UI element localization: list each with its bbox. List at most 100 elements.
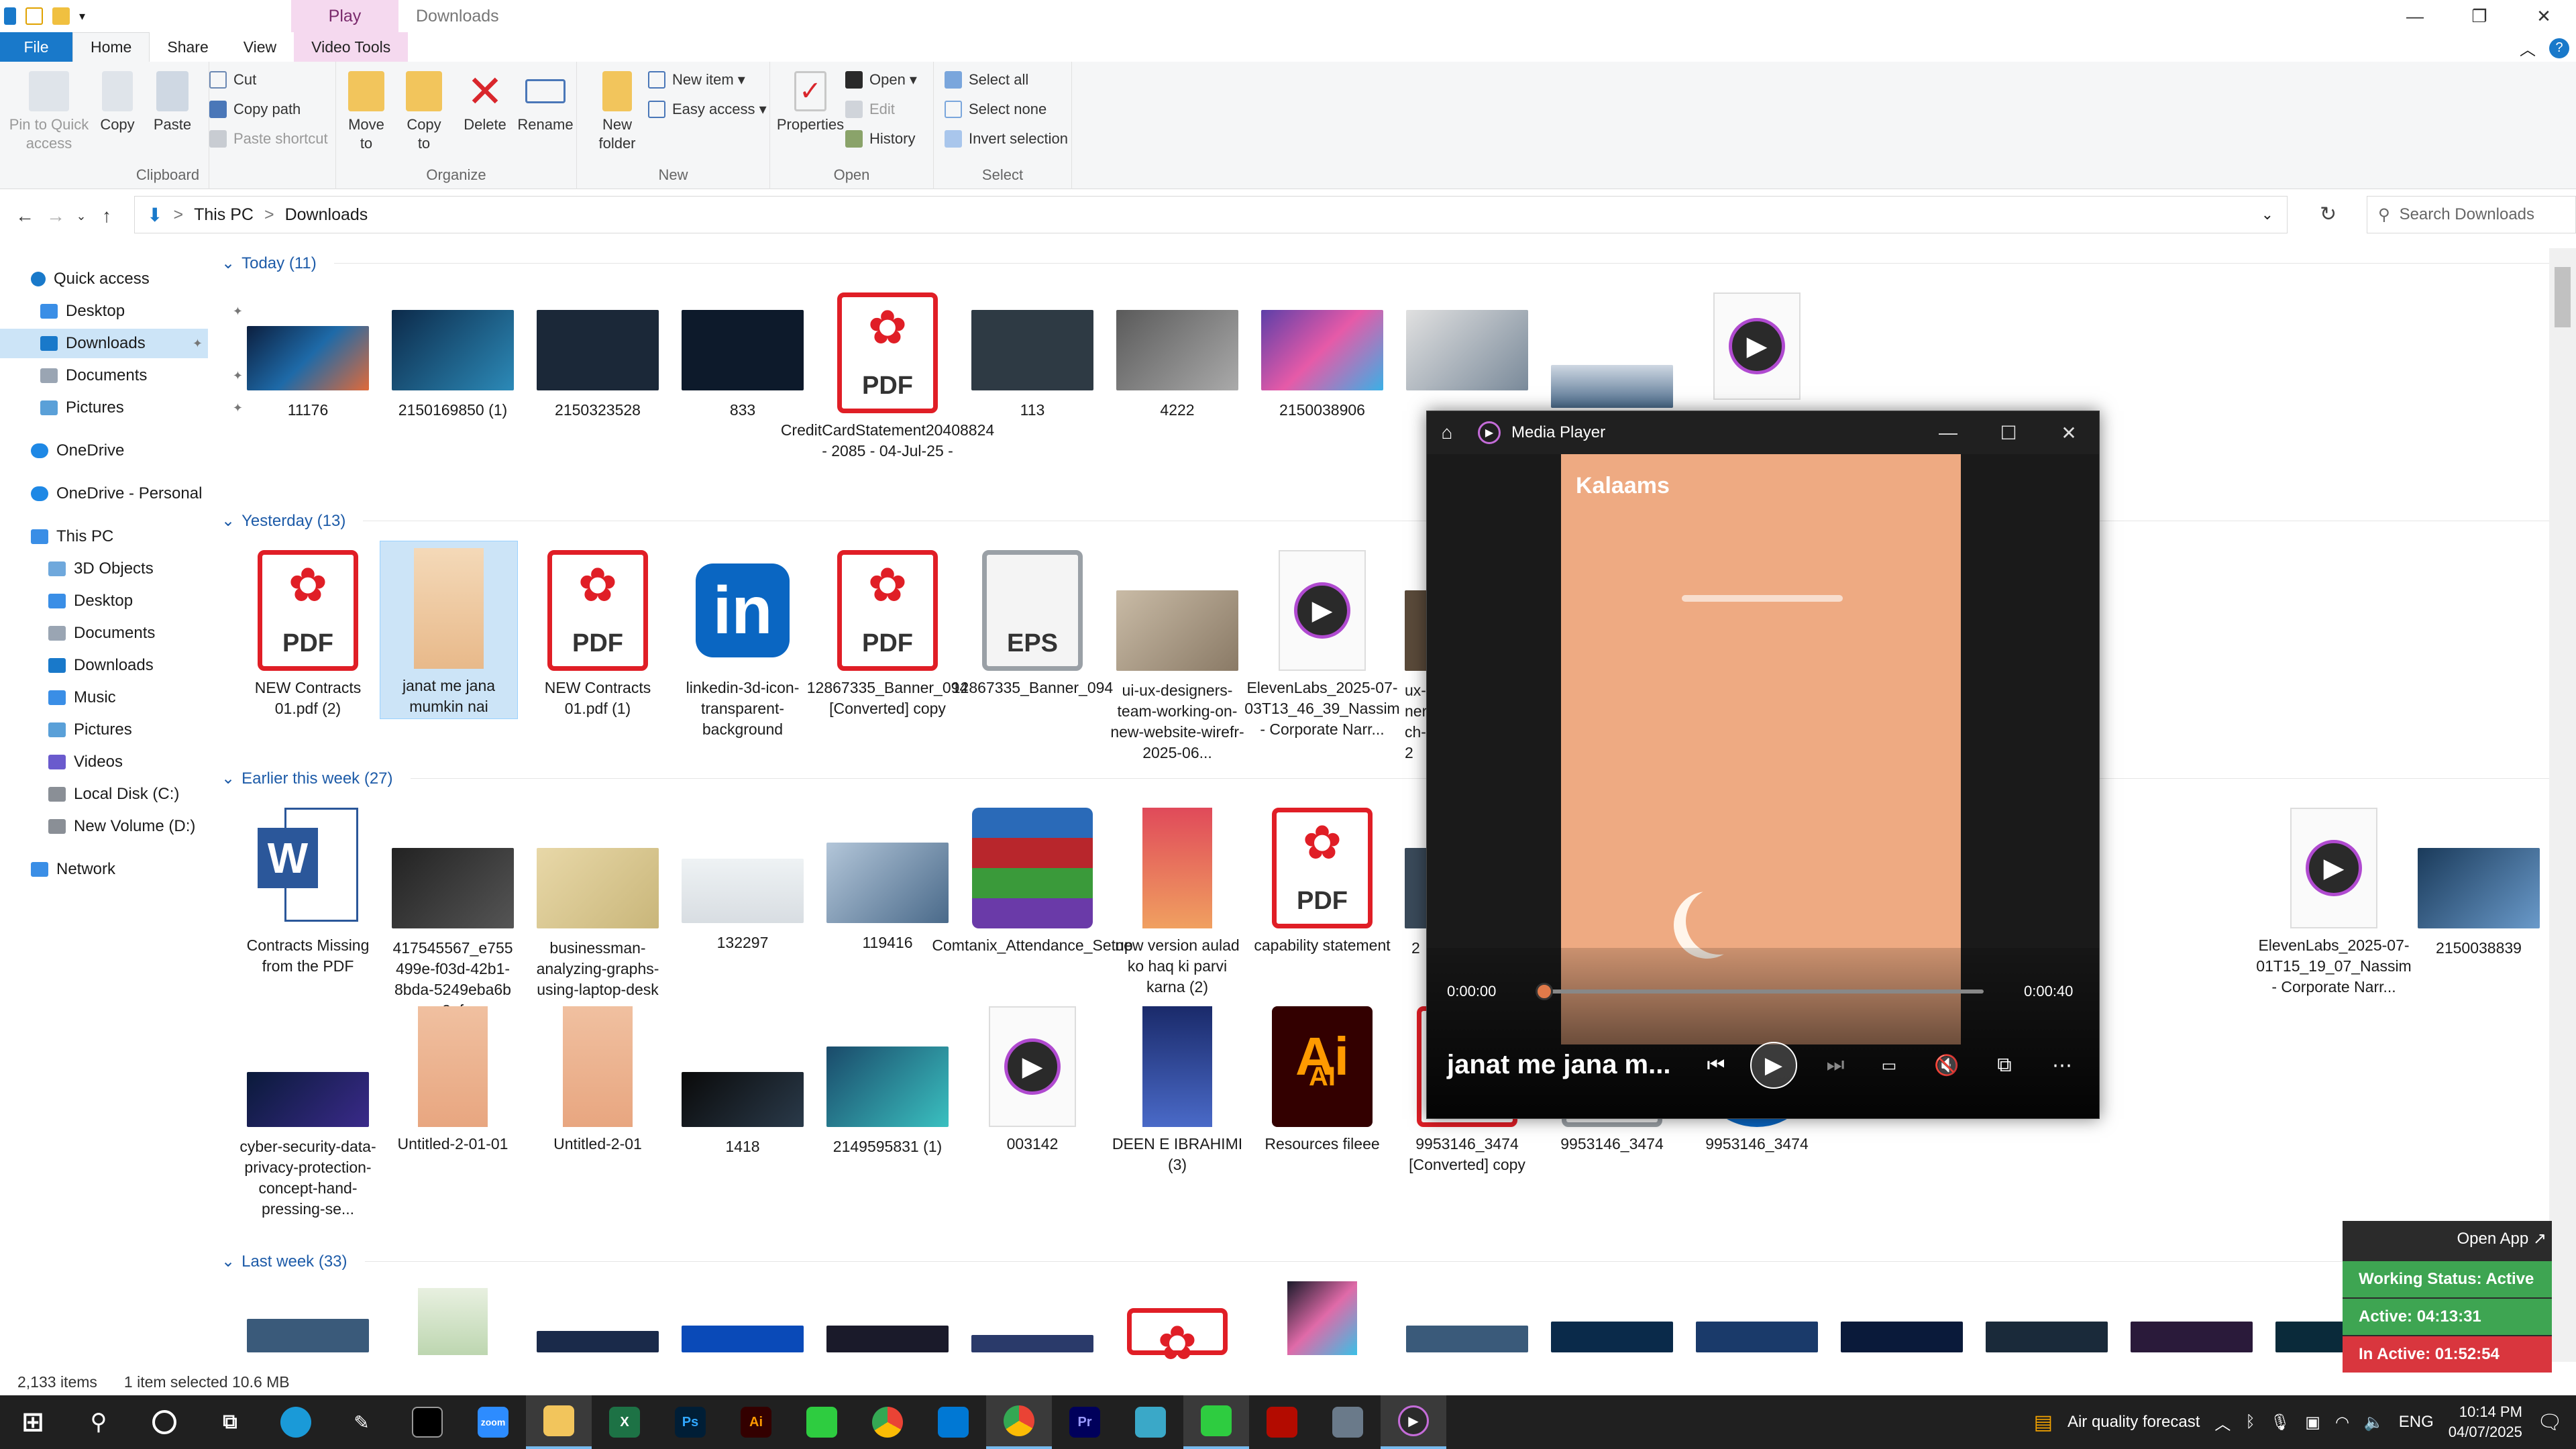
list-item[interactable]: 833	[674, 286, 812, 421]
new-folder-button[interactable]: New folder	[590, 71, 644, 153]
nav-network[interactable]: Network	[31, 855, 239, 884]
wifi-icon[interactable]: ◠	[2335, 1413, 2349, 1432]
taskbar-acrobat[interactable]	[1249, 1395, 1315, 1449]
nav-quick-access[interactable]: Quick access	[31, 264, 239, 294]
taskbar-chrome[interactable]	[855, 1395, 920, 1449]
taskbar-excel[interactable]: X	[592, 1395, 657, 1449]
forward-button[interactable]: →	[40, 205, 71, 227]
list-item[interactable]: businessman-analyzing-graphs-using-lapto…	[529, 801, 667, 1000]
list-item[interactable]	[239, 1281, 377, 1362]
seek-knob[interactable]	[1536, 983, 1553, 1000]
history-button[interactable]: History	[845, 130, 915, 148]
next-track-button[interactable]: ⏭	[1819, 1049, 1852, 1082]
list-item[interactable]	[1978, 1281, 2116, 1362]
mini-player-icon[interactable]: ⧉	[1988, 1049, 2021, 1082]
new-item-button[interactable]: New item ▾	[648, 71, 745, 89]
pin-quick-access-button[interactable]: Pin to Quick access	[7, 71, 91, 153]
list-item[interactable]: 113	[963, 286, 1102, 421]
qat-dropdown-icon[interactable]: ▾	[79, 9, 85, 23]
play-button[interactable]: ▶	[1750, 1042, 1797, 1089]
list-item[interactable]	[1543, 286, 1681, 420]
list-item[interactable]	[1833, 1281, 1971, 1362]
select-all-button[interactable]: Select all	[945, 71, 1028, 89]
taskbar-file-explorer[interactable]	[526, 1395, 592, 1449]
group-header-earlier-this-week[interactable]: ⌄ Earlier this week (27)	[221, 769, 2549, 788]
microphone-icon[interactable]: 🎙	[2270, 1413, 2290, 1432]
delete-button[interactable]: ✕ Delete	[460, 69, 511, 134]
list-item[interactable]: EPS 12867335_Banner_094	[952, 543, 1113, 698]
collapse-ribbon-icon[interactable]: ︿	[2520, 36, 2536, 60]
home-icon[interactable]: ⌂	[1427, 422, 1467, 443]
breadcrumb-this-pc[interactable]: This PC	[194, 205, 254, 225]
address-bar[interactable]: ⬇ > This PC > Downloads ⌄	[134, 196, 2288, 233]
group-header-last-week[interactable]: ⌄ Last week (33)	[221, 1252, 2549, 1271]
nav-downloads-pinned[interactable]: Downloads ✦	[0, 329, 208, 358]
seek-bar[interactable]	[1541, 989, 1984, 994]
vertical-scrollbar[interactable]	[2549, 248, 2576, 1362]
list-item[interactable]: PDF12867335_Banner_094 [Converted] copy	[807, 543, 968, 719]
taskbar-zoom[interactable]: zoom	[460, 1395, 526, 1449]
list-item[interactable]	[529, 1281, 667, 1362]
edit-button[interactable]: Edit	[845, 101, 895, 118]
taskbar-photoshop[interactable]: Ps	[657, 1395, 723, 1449]
tab-share[interactable]: Share	[150, 32, 225, 62]
scrollbar-thumb[interactable]	[2555, 267, 2571, 327]
properties-icon[interactable]	[25, 7, 43, 25]
list-item[interactable]: PDFCreditCardStatement20408824 - 2085 - …	[781, 286, 994, 462]
nav-pictures-pinned[interactable]: Pictures ✦	[40, 393, 248, 423]
select-none-button[interactable]: Select none	[945, 101, 1046, 118]
copy-button[interactable]: Copy	[94, 71, 141, 134]
minimize-button[interactable]: —	[2383, 0, 2447, 32]
address-dropdown-icon[interactable]: ⌄	[2261, 206, 2273, 223]
cortana-button[interactable]	[131, 1395, 197, 1449]
rename-button[interactable]: Rename	[517, 71, 574, 134]
mp-maximize-button[interactable]: ☐	[1978, 411, 2039, 454]
list-item[interactable]: 132297	[674, 801, 812, 953]
paste-button[interactable]: Paste	[149, 71, 196, 134]
tab-view[interactable]: View	[226, 32, 294, 62]
list-item[interactable]: ▶ ElevenLabs_2025-07-03T13_46_39_Nassim -…	[1244, 543, 1400, 740]
list-item[interactable]: Comtanix_Attendance_Setup	[932, 801, 1133, 956]
task-view-button[interactable]: ⧉	[197, 1395, 263, 1449]
taskbar-vscode[interactable]	[920, 1395, 986, 1449]
maximize-button[interactable]: ❐	[2447, 0, 2512, 32]
refresh-button[interactable]: ↻	[2320, 203, 2337, 226]
list-item[interactable]: in linkedin-3d-icon-transparent-backgroun…	[674, 543, 812, 740]
list-item[interactable]: W Contracts Missing from the PDF	[239, 801, 377, 977]
more-options-icon[interactable]: ⋯	[2045, 1049, 2079, 1082]
list-item[interactable]: 2150323528	[529, 286, 667, 421]
bluetooth-icon[interactable]: ᛒ	[2245, 1413, 2255, 1432]
list-item[interactable]: 2149595831 (1)	[818, 1000, 957, 1157]
tab-video-tools[interactable]: Video Tools	[294, 32, 409, 62]
list-item[interactable]	[818, 1281, 957, 1362]
language-indicator[interactable]: ENG	[2399, 1413, 2434, 1432]
mp-minimize-button[interactable]: —	[1918, 411, 1978, 454]
camera-icon[interactable]: ▣	[2305, 1413, 2320, 1432]
taskbar-chrome-profile[interactable]	[986, 1395, 1052, 1449]
list-item[interactable]	[1688, 1281, 1826, 1362]
list-item[interactable]: ▶ ElevenLabs_2025-07-01T15_19_07_Nassim -…	[2256, 801, 2412, 998]
list-item[interactable]: DEEN E IBRAHIMI (3)	[1108, 1000, 1246, 1175]
list-item[interactable]: new version aulad ko haq ki parvi karna …	[1108, 801, 1246, 998]
taskbar-app-hex[interactable]	[1118, 1395, 1183, 1449]
list-item[interactable]: 11176	[239, 286, 377, 421]
taskbar-terminal[interactable]	[394, 1395, 460, 1449]
list-item[interactable]: 2150038906	[1253, 286, 1391, 421]
list-item[interactable]: Untitled-2-01-01	[384, 1000, 522, 1155]
list-item[interactable]: cyber-security-data-privacy-protection-c…	[239, 1000, 377, 1220]
taskbar-premiere[interactable]: Pr	[1052, 1395, 1118, 1449]
taskbar-edge[interactable]	[263, 1395, 329, 1449]
help-icon[interactable]: ?	[2549, 38, 2569, 58]
list-item[interactable]: 2150038839	[2410, 801, 2548, 959]
list-item[interactable]	[963, 1281, 1102, 1362]
taskbar-phone-app-2[interactable]	[1183, 1395, 1249, 1449]
taskbar-calculator[interactable]	[1315, 1395, 1381, 1449]
list-item[interactable]: PDFcapability statement	[1253, 801, 1391, 956]
search-input[interactable]: ⚲ Search Downloads	[2367, 196, 2576, 233]
list-item[interactable]: ▶	[1688, 286, 1826, 420]
tab-home[interactable]: Home	[72, 32, 150, 62]
copy-to-button[interactable]: Copy to	[400, 71, 447, 153]
paste-shortcut-button[interactable]: Paste shortcut	[209, 130, 343, 148]
group-header-yesterday[interactable]: ⌄ Yesterday (13)	[221, 511, 2549, 531]
group-header-today[interactable]: ⌄ Today (11)	[221, 254, 2549, 273]
